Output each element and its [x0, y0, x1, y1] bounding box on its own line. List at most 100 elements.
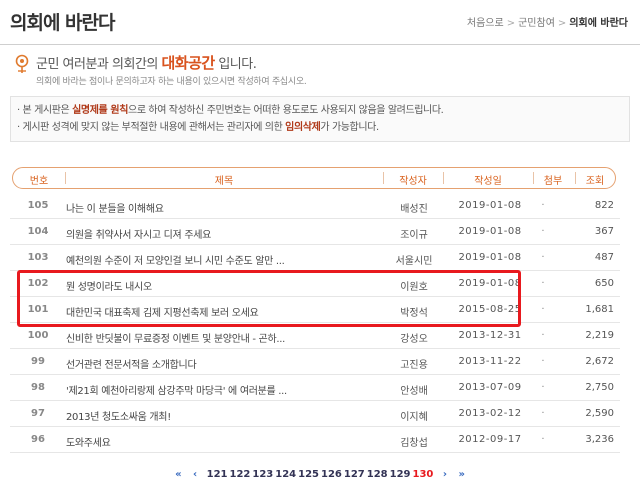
post-title-link[interactable]: 선거관련 전문서적을 소개합니다 [66, 356, 386, 371]
page-number-link[interactable]: 129 [390, 469, 411, 480]
page-number-link[interactable]: 125 [298, 469, 319, 480]
post-attachment: · [541, 356, 545, 367]
post-title-link[interactable]: 예천의원 수준이 저 모양인걸 보니 시민 수준도 알만 ... [66, 252, 386, 267]
pagination: « ‹ 121 122 123 124 125 126 127 128 129 130 › » [0, 469, 640, 480]
post-author: 서울시민 [395, 256, 433, 267]
post-author: 조이규 [400, 230, 428, 241]
post-attachment: · [541, 330, 545, 341]
post-number: 103 [27, 252, 49, 263]
post-author: 김창섭 [400, 438, 428, 449]
page-number-link[interactable]: 122 [230, 469, 251, 480]
page-number-link[interactable]: 128 [367, 469, 388, 480]
column-header-no: 번호 [29, 176, 49, 187]
post-number: 104 [27, 226, 49, 237]
post-views: 3,236 [585, 434, 614, 445]
intro-subtext: 의회에 바라는 점이나 문의하고자 하는 내용이 있으시면 작성하여 주십시오. [36, 77, 307, 87]
post-views: 2,219 [585, 330, 614, 341]
page-number-link[interactable]: 126 [321, 469, 342, 480]
post-number: 100 [27, 330, 49, 341]
intro-headline: 군민 여러분과 의회간의 대화공간 입니다. [36, 52, 257, 73]
post-title-link[interactable]: '제21회 예천아리랑제 삼강주막 마당극' 에 여러분를 ... [66, 382, 386, 397]
post-author: 강성오 [400, 334, 428, 345]
flower-icon [15, 54, 29, 73]
notice-emphasis: 실명제를 원칙 [72, 105, 129, 116]
page-header: 의회에 바란다 처음으로 > 군민참여 > 의회에 바란다 [0, 0, 640, 45]
breadcrumb: 처음으로 > 군민참여 > 의회에 바란다 [467, 14, 628, 29]
post-views: 487 [594, 252, 614, 263]
post-date: 2019-01-08 [458, 252, 522, 263]
column-header-views: 조회 [585, 176, 605, 187]
post-number: 99 [31, 356, 45, 367]
post-title-link[interactable]: 신비한 반딧불이 무료증정 이벤트 및 분양안내 - 곤하... [66, 330, 386, 345]
post-date: 2019-01-08 [458, 226, 522, 237]
post-attachment: · [541, 252, 545, 263]
notice-line-2: · 게시판 성격에 맞지 않는 부적절한 내용에 관해서는 관리자에 의한 임의… [17, 119, 623, 136]
notice-emphasis: 임의삭제 [285, 122, 321, 133]
page-number-link[interactable]: 127 [344, 469, 365, 480]
post-attachment: · [541, 278, 545, 289]
table-row[interactable]: 103 예천의원 수준이 저 모양인걸 보니 시민 수준도 알만 ... 서울시민 2… [10, 245, 620, 271]
page-number-link[interactable]: 130 [413, 469, 434, 480]
breadcrumb-current[interactable]: 의회에 바란다 [569, 18, 628, 29]
table-row[interactable]: 97 2013년 청도소싸움 개최! 이지혜 2013-02-12 · 2,590 [10, 401, 620, 427]
last-page-button[interactable]: » [458, 469, 464, 480]
page-numbers: 121 122 123 124 125 126 127 128 129 130 [206, 469, 435, 480]
table-row[interactable]: 99 선거관련 전문서적을 소개합니다 고진용 2013-11-22 · 2,672 [10, 349, 620, 375]
page-number-link[interactable]: 121 [207, 469, 228, 480]
post-author: 배성진 [400, 204, 428, 215]
intro-headline-text: 군민 여러분과 의회간의 [36, 57, 162, 72]
post-title-link[interactable]: 의원을 취약사서 자시고 디져 주세요 [66, 226, 386, 241]
next-page-button[interactable]: › [443, 469, 447, 480]
post-date: 2013-12-31 [458, 330, 522, 341]
notice-text: · 본 게시판은 [17, 105, 73, 116]
post-views: 367 [594, 226, 614, 237]
post-date: 2019-01-08 [458, 200, 522, 211]
post-date: 2013-07-09 [458, 382, 522, 393]
post-date: 2012-09-17 [458, 434, 522, 445]
post-date: 2013-11-22 [458, 356, 522, 367]
post-title-link[interactable]: 2013년 청도소싸움 개최! [66, 408, 386, 423]
breadcrumb-home[interactable]: 처음으로 [467, 18, 504, 29]
post-attachment: · [541, 200, 545, 211]
table-row[interactable]: 98 '제21회 예천아리랑제 삼강주막 마당극' 에 여러분를 ... 안성배 20… [10, 375, 620, 401]
table-row[interactable]: 96 도와주세요 김창섭 2012-09-17 · 3,236 [10, 427, 620, 453]
notice-text: 으로 하여 작성하신 주민번호는 어떠한 용도로도 사용되지 않음을 알려드립니… [128, 105, 444, 116]
notice-line-1: · 본 게시판은 실명제를 원칙으로 하여 작성하신 주민번호는 어떠한 용도로… [17, 102, 623, 119]
table-row[interactable]: 105 나는 이 분들을 이해해요 배성진 2019-01-08 · 822 [10, 193, 620, 219]
post-views: 2,590 [585, 408, 614, 419]
page-number-link[interactable]: 124 [275, 469, 296, 480]
post-title-link[interactable]: 도와주세요 [66, 434, 386, 449]
intro-headline-suffix: 입니다. [214, 57, 257, 72]
post-number: 98 [31, 382, 45, 393]
post-attachment: · [541, 226, 545, 237]
prev-page-button[interactable]: ‹ [193, 469, 197, 480]
post-author: 고진용 [400, 360, 428, 371]
highlight-box [17, 270, 521, 327]
page-number-link[interactable]: 123 [252, 469, 273, 480]
notice-text: 가 가능합니다. [320, 122, 379, 133]
column-header-attach: 첨부 [543, 176, 563, 187]
notice-text: · 게시판 성격에 맞지 않는 부적절한 내용에 관해서는 관리자에 의한 [17, 122, 286, 133]
post-views: 1,681 [585, 304, 614, 315]
column-divider [383, 172, 384, 184]
post-attachment: · [541, 382, 545, 393]
breadcrumb-separator: > [506, 18, 516, 29]
table-header: 번호 제목 작성자 작성일 첨부 조회 [12, 167, 616, 189]
post-views: 822 [594, 200, 614, 211]
intro-headline-highlight: 대화공간 [161, 54, 216, 72]
intro-section: 군민 여러분과 의회간의 대화공간 입니다. 의회에 바라는 점이나 문의하고자… [10, 50, 630, 90]
post-title-link[interactable]: 나는 이 분들을 이해해요 [66, 200, 386, 215]
post-views: 2,672 [585, 356, 614, 367]
post-number: 97 [31, 408, 45, 419]
post-author: 이지혜 [400, 412, 428, 423]
breadcrumb-participation[interactable]: 군민참여 [518, 18, 555, 29]
post-number: 105 [27, 200, 49, 211]
notice-box: · 본 게시판은 실명제를 원칙으로 하여 작성하신 주민번호는 어떠한 용도로… [10, 96, 630, 142]
post-author: 안성배 [400, 386, 428, 397]
column-header-author: 작성자 [399, 176, 427, 187]
post-attachment: · [541, 304, 545, 315]
column-header-title: 제목 [214, 176, 234, 187]
first-page-button[interactable]: « [175, 469, 181, 480]
post-number: 96 [31, 434, 45, 445]
table-row[interactable]: 104 의원을 취약사서 자시고 디져 주세요 조이규 2019-01-08 · 367 [10, 219, 620, 245]
